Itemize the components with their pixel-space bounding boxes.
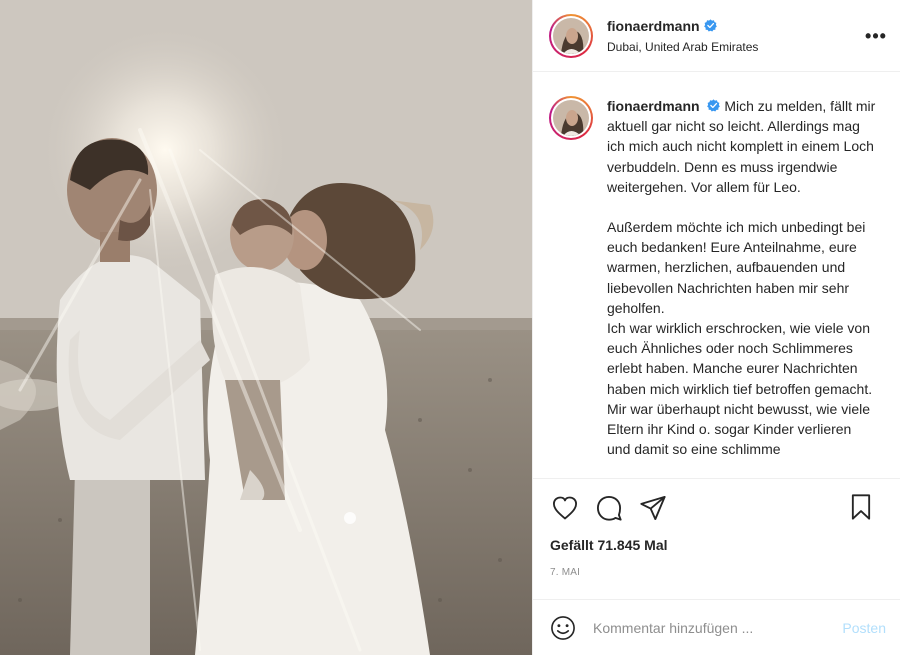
comment-button[interactable] <box>594 493 624 523</box>
beach-family-photo <box>0 0 532 655</box>
caption-text: fionaerdmann Mich zu melden, fällt mir a… <box>607 96 877 478</box>
comment-icon <box>596 495 622 521</box>
comment-form: Posten <box>533 599 900 655</box>
caption-section: fionaerdmann Mich zu melden, fällt mir a… <box>533 72 900 479</box>
more-options-button[interactable]: ••• <box>864 24 888 48</box>
emoji-button[interactable] <box>549 614 577 642</box>
action-bar <box>533 479 900 537</box>
username-link[interactable]: fionaerdmann <box>607 18 700 34</box>
likes-count[interactable]: Gefällt 71.845 Mal <box>533 537 900 557</box>
caption-paragraph-3: Ich war wirklich erschrocken, wie viele … <box>607 320 873 458</box>
caption-username[interactable]: fionaerdmann <box>607 98 700 114</box>
location-link[interactable]: Dubai, United Arab Emirates <box>607 40 758 54</box>
verified-badge-icon <box>703 19 717 32</box>
caption-avatar[interactable] <box>549 96 593 140</box>
instagram-post: fionaerdmann Dubai, United Arab Emirates… <box>0 0 900 655</box>
post-photo[interactable] <box>0 0 532 655</box>
bookmark-icon <box>851 494 871 520</box>
post-comment-button[interactable]: Posten <box>842 620 886 636</box>
post-date[interactable]: 7. MAI <box>533 567 900 585</box>
paper-plane-icon <box>640 495 666 521</box>
avatar-image <box>553 100 589 136</box>
like-button[interactable] <box>550 493 580 523</box>
post-side-panel: fionaerdmann Dubai, United Arab Emirates… <box>532 0 900 655</box>
verified-badge-icon <box>707 99 721 112</box>
avatar-image <box>553 17 589 54</box>
heart-icon <box>552 496 578 520</box>
share-button[interactable] <box>638 493 668 523</box>
save-button[interactable] <box>846 492 876 522</box>
post-header: fionaerdmann Dubai, United Arab Emirates… <box>533 0 900 72</box>
caption-paragraph-2: Außerdem möchte ich mich unbedingt bei e… <box>607 219 866 316</box>
avatar[interactable] <box>549 13 593 58</box>
smiley-icon <box>551 615 575 640</box>
comment-input[interactable] <box>593 619 843 636</box>
